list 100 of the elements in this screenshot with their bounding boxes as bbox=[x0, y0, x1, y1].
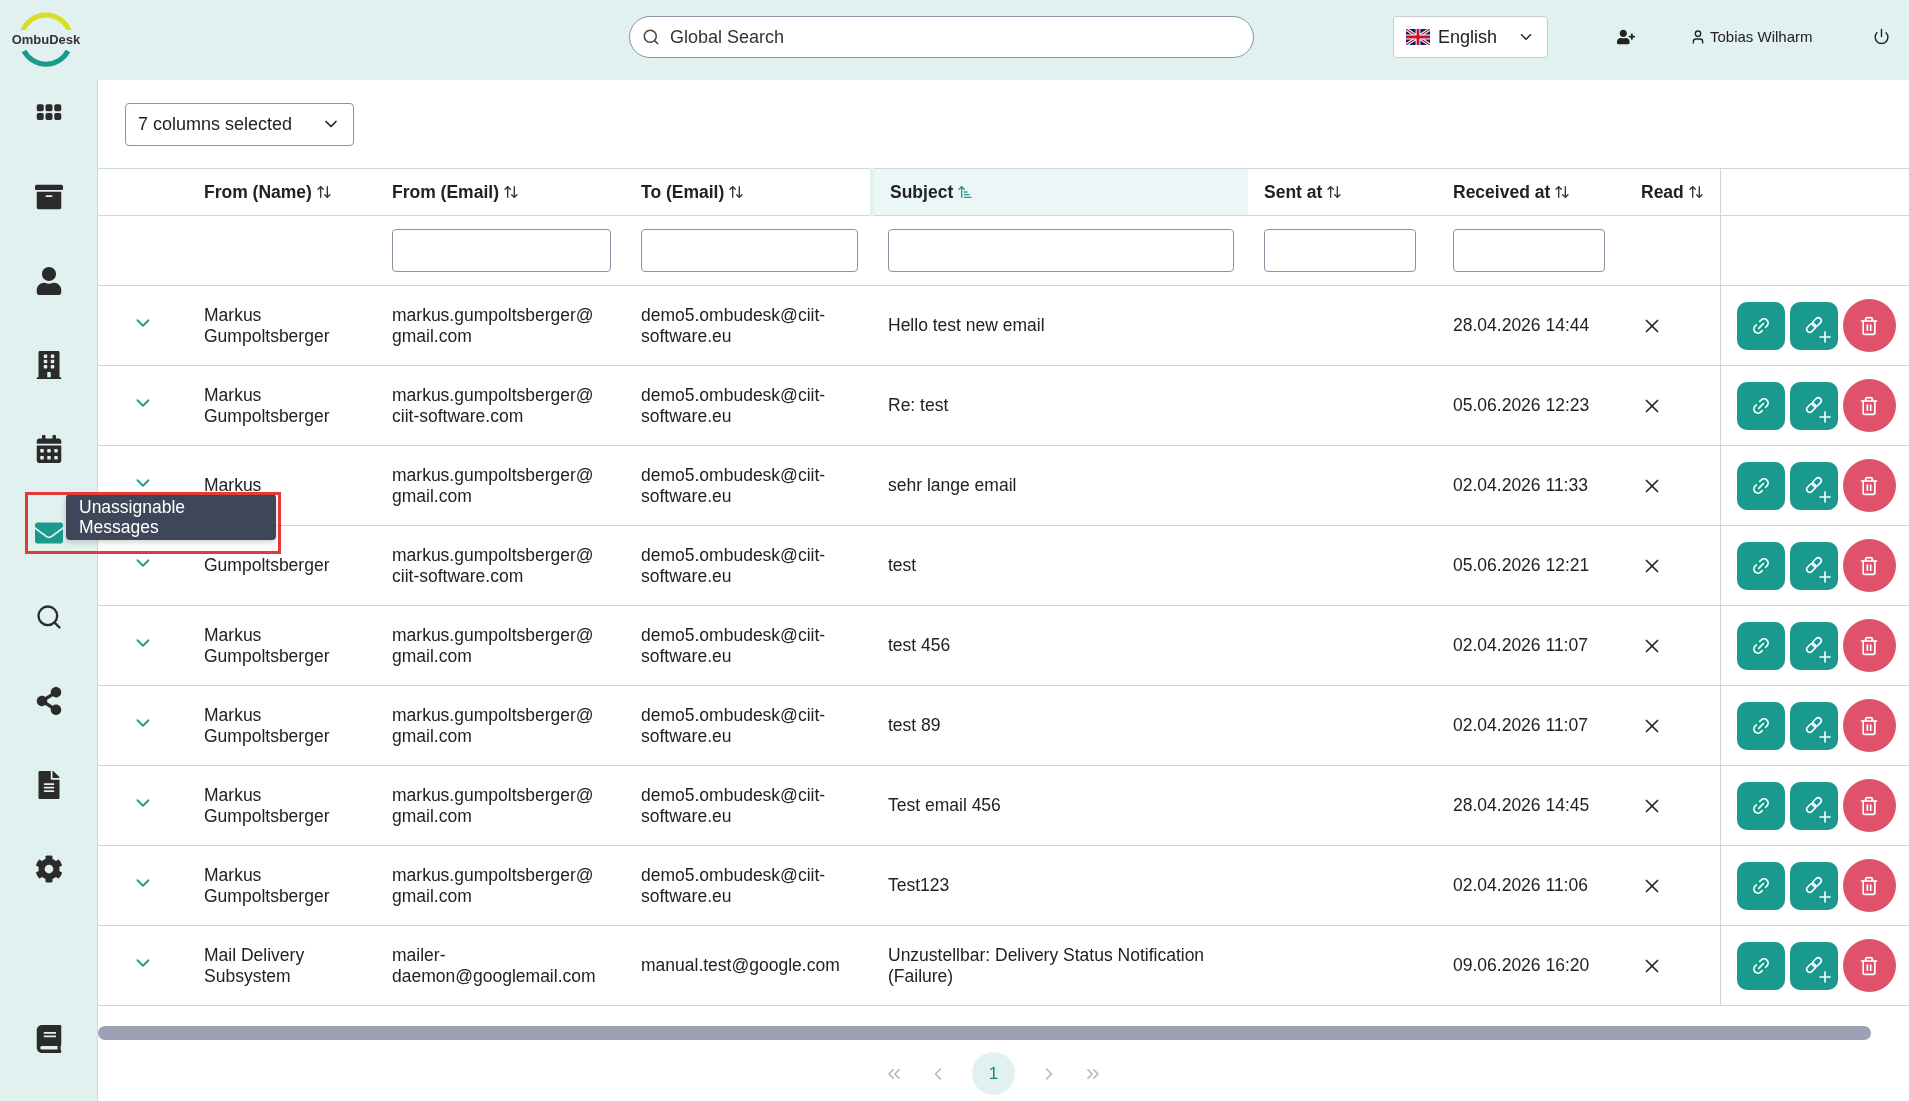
column-picker-select[interactable]: 7 columns selected bbox=[125, 102, 354, 146]
sort-icon[interactable] bbox=[502, 184, 519, 200]
table-cell: Markus Gumpoltsberger bbox=[204, 784, 330, 826]
table-cell: demo5.ombudesk@ciit- software.eu bbox=[641, 544, 826, 586]
column-header[interactable]: Subject bbox=[872, 168, 1248, 216]
horizontal-scrollbar[interactable] bbox=[98, 1026, 1871, 1040]
delete-button[interactable] bbox=[1842, 459, 1896, 512]
table-cell: Re: test bbox=[888, 395, 949, 415]
column-header[interactable]: Read bbox=[1625, 168, 1720, 216]
table-cell: markus.gumpoltsberger@ gmail.com bbox=[392, 624, 594, 666]
link-button[interactable] bbox=[1736, 461, 1785, 510]
trash-icon bbox=[1859, 315, 1879, 336]
column-header[interactable]: Sent at bbox=[1248, 168, 1437, 216]
table-cell: demo5.ombudesk@ciit- software.eu bbox=[641, 384, 826, 426]
table-cell: 28.04.2026 14:45 bbox=[1453, 795, 1590, 815]
table-cell: markus.gumpoltsberger@ ciit-software.com bbox=[392, 384, 594, 426]
add-link-button[interactable] bbox=[1789, 941, 1838, 990]
filter-field[interactable] bbox=[1264, 229, 1416, 272]
table-cell: 05.06.2026 12:23 bbox=[1453, 395, 1590, 415]
table-cell: demo5.ombudesk@ciit- software.eu bbox=[641, 464, 826, 506]
search-icon[interactable] bbox=[34, 603, 63, 631]
delete-button[interactable] bbox=[1842, 619, 1896, 672]
book-icon[interactable] bbox=[34, 1025, 63, 1053]
link-button[interactable] bbox=[1736, 381, 1785, 430]
sort-icon[interactable] bbox=[1326, 184, 1343, 200]
table-cell: demo5.ombudesk@ciit- software.eu bbox=[641, 784, 826, 826]
link-button[interactable] bbox=[1736, 861, 1785, 910]
archive-icon[interactable] bbox=[34, 183, 63, 211]
sort-ascending-icon[interactable] bbox=[957, 184, 974, 200]
column-header[interactable]: Received at bbox=[1437, 168, 1625, 216]
table-cell: Markus Gumpoltsberger bbox=[204, 624, 330, 666]
add-link-button[interactable] bbox=[1789, 701, 1838, 750]
building-icon[interactable] bbox=[34, 351, 63, 379]
table-cell: markus.gumpoltsberger@ ciit-software.com bbox=[392, 544, 594, 586]
delete-button[interactable] bbox=[1842, 779, 1896, 832]
add-link-button[interactable] bbox=[1789, 861, 1838, 910]
link-button[interactable] bbox=[1736, 701, 1785, 750]
add-user-icon[interactable] bbox=[1617, 28, 1635, 46]
filter-field[interactable] bbox=[888, 229, 1234, 272]
delete-button[interactable] bbox=[1842, 539, 1896, 592]
link-button[interactable] bbox=[1736, 541, 1785, 590]
delete-button[interactable] bbox=[1842, 379, 1896, 432]
sort-icon[interactable] bbox=[728, 184, 745, 200]
link-button[interactable] bbox=[1736, 621, 1785, 670]
calendar-icon[interactable] bbox=[34, 435, 63, 463]
table-cell: Markus Gumpoltsberger bbox=[204, 384, 330, 426]
add-link-button[interactable] bbox=[1789, 381, 1838, 430]
filter-field[interactable] bbox=[641, 229, 858, 272]
table-cell: 05.06.2026 12:21 bbox=[1453, 555, 1590, 575]
language-select[interactable]: English bbox=[1393, 16, 1548, 58]
table-cell: test bbox=[888, 555, 917, 575]
trash-icon bbox=[1859, 875, 1879, 896]
table-cell: Unzustellbar: Delivery Status Notification (Failure) bbox=[888, 944, 1205, 986]
add-link-button[interactable] bbox=[1789, 461, 1838, 510]
column-header[interactable]: To (Email) bbox=[625, 168, 872, 216]
table-cell: 02.04.2026 11:07 bbox=[1453, 715, 1588, 735]
table-cell: 02.04.2026 11:07 bbox=[1453, 635, 1588, 655]
table-cell: 02.04.2026 11:33 bbox=[1453, 475, 1588, 495]
add-link-button[interactable] bbox=[1789, 301, 1838, 350]
link-button[interactable] bbox=[1736, 301, 1785, 350]
tooltip: Unassignable Messages bbox=[66, 494, 276, 540]
link-button[interactable] bbox=[1736, 941, 1785, 990]
filter-field[interactable] bbox=[392, 229, 611, 272]
trash-icon bbox=[1859, 635, 1879, 656]
table-cell: markus.gumpoltsberger@ gmail.com bbox=[392, 464, 594, 506]
table-cell: Markus Gumpoltsberger bbox=[204, 864, 330, 906]
trash-icon bbox=[1859, 715, 1879, 736]
delete-button[interactable] bbox=[1842, 939, 1896, 992]
table-cell: Markus Gumpoltsberger bbox=[204, 304, 330, 346]
add-link-button[interactable] bbox=[1789, 541, 1838, 590]
trash-icon bbox=[1859, 475, 1879, 496]
table-cell: sehr lange email bbox=[888, 475, 1017, 495]
table-cell: demo5.ombudesk@ciit- software.eu bbox=[641, 304, 826, 346]
column-header[interactable]: From (Email) bbox=[376, 168, 625, 216]
table-cell: Test email 456 bbox=[888, 795, 1001, 815]
link-button[interactable] bbox=[1736, 781, 1785, 830]
global-search-field[interactable]: Global Search bbox=[629, 16, 1254, 58]
add-link-button[interactable] bbox=[1789, 781, 1838, 830]
table-cell: test 89 bbox=[888, 715, 941, 735]
user-menu-button[interactable]: Tobias Wilharm bbox=[1690, 26, 1813, 49]
page-button[interactable]: 1 bbox=[972, 1052, 1015, 1095]
sort-icon[interactable] bbox=[1687, 184, 1704, 200]
power-icon[interactable] bbox=[1873, 28, 1890, 45]
settings-icon[interactable] bbox=[34, 855, 63, 883]
delete-button[interactable] bbox=[1842, 299, 1896, 352]
table-cell: markus.gumpoltsberger@ gmail.com bbox=[392, 704, 594, 746]
delete-button[interactable] bbox=[1842, 699, 1896, 752]
delete-button[interactable] bbox=[1842, 859, 1896, 912]
table-cell: 02.04.2026 11:06 bbox=[1453, 875, 1588, 895]
table-cell: markus.gumpoltsberger@ gmail.com bbox=[392, 304, 594, 346]
person-icon[interactable] bbox=[34, 267, 63, 295]
share-icon[interactable] bbox=[34, 687, 63, 715]
table-cell: Hello test new email bbox=[888, 315, 1045, 335]
sort-icon[interactable] bbox=[1554, 184, 1571, 200]
sort-icon[interactable] bbox=[315, 184, 332, 200]
person-icon bbox=[1690, 29, 1706, 46]
table-cell: Test123 bbox=[888, 875, 950, 895]
column-header[interactable]: From (Name) bbox=[188, 168, 376, 216]
filter-field[interactable] bbox=[1453, 229, 1605, 272]
add-link-button[interactable] bbox=[1789, 621, 1838, 670]
